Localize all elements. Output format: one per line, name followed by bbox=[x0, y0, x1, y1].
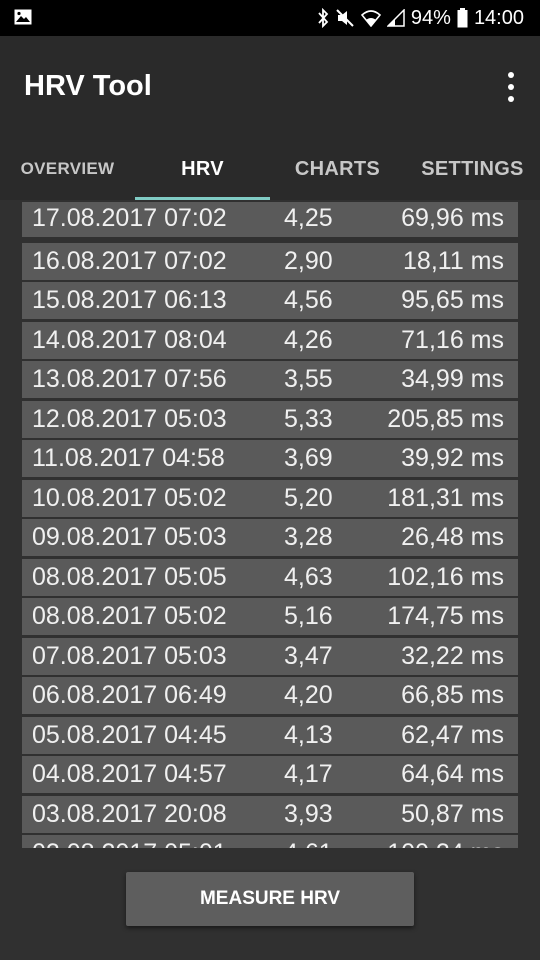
tab-charts[interactable]: CHARTS bbox=[270, 138, 405, 200]
measurement-date: 08.08.2017 05:05 bbox=[32, 563, 227, 591]
measurement-date: 17.08.2017 07:02 bbox=[32, 204, 227, 232]
measurement-rmssd: 62,47 ms bbox=[401, 721, 504, 749]
measurement-date: 09.08.2017 05:03 bbox=[32, 523, 227, 551]
measurement-date: 16.08.2017 07:02 bbox=[32, 247, 227, 275]
measurement-rmssd: 39,92 ms bbox=[401, 444, 504, 472]
signal-icon bbox=[386, 9, 405, 27]
list-item[interactable]: 08.08.2017 05:02 5,16 174,75 ms bbox=[22, 598, 518, 635]
measurement-rmssd: 69,96 ms bbox=[401, 204, 504, 232]
measurement-score: 3,55 bbox=[284, 365, 333, 393]
measurement-score: 3,28 bbox=[284, 523, 333, 551]
measurement-date: 05.08.2017 04:45 bbox=[32, 721, 227, 749]
measurement-date: 13.08.2017 07:56 bbox=[32, 365, 227, 393]
measurement-rmssd: 71,16 ms bbox=[401, 326, 504, 354]
status-icons: 94% 14:00 bbox=[317, 0, 524, 36]
measurement-date: 15.08.2017 06:13 bbox=[32, 286, 227, 314]
list-item[interactable]: 12.08.2017 05:03 5,33 205,85 ms bbox=[22, 401, 518, 438]
list-item[interactable]: 02.08.2017 05:01 4,61 100,24 ms bbox=[22, 835, 518, 848]
measurement-score: 5,33 bbox=[284, 405, 333, 433]
measurement-score: 2,90 bbox=[284, 247, 333, 275]
measurement-date: 10.08.2017 05:02 bbox=[32, 484, 227, 512]
list-item[interactable]: 16.08.2017 07:02 2,90 18,11 ms bbox=[22, 243, 518, 280]
tab-hrv[interactable]: HRV bbox=[135, 138, 270, 200]
measurement-date: 11.08.2017 04:58 bbox=[32, 444, 225, 472]
measurement-rmssd: 64,64 ms bbox=[401, 760, 504, 788]
measurement-rmssd: 18,11 ms bbox=[403, 247, 504, 275]
wifi-icon bbox=[360, 10, 381, 27]
measurement-score: 5,20 bbox=[284, 484, 333, 512]
measurement-rmssd: 205,85 ms bbox=[387, 405, 504, 433]
active-tab-indicator bbox=[135, 197, 270, 200]
measure-hrv-button[interactable]: MEASURE HRV bbox=[126, 872, 414, 926]
measurement-rmssd: 34,99 ms bbox=[401, 365, 504, 393]
overflow-menu-icon[interactable] bbox=[504, 72, 518, 102]
tab-overview[interactable]: OVERVIEW bbox=[0, 138, 135, 200]
measurement-rmssd: 32,22 ms bbox=[401, 642, 504, 670]
tab-bar: OVERVIEW HRV CHARTS SETTINGS bbox=[0, 138, 540, 200]
measurement-date: 06.08.2017 06:49 bbox=[32, 681, 227, 709]
app-title: HRV Tool bbox=[24, 70, 152, 102]
measurement-date: 14.08.2017 08:04 bbox=[32, 326, 227, 354]
measurement-score: 3,93 bbox=[284, 800, 333, 828]
measurement-rmssd: 102,16 ms bbox=[387, 563, 504, 591]
measurement-rmssd: 174,75 ms bbox=[387, 602, 504, 630]
clock: 14:00 bbox=[473, 6, 524, 29]
measurement-score: 3,69 bbox=[284, 444, 333, 472]
battery-percentage: 94% bbox=[410, 6, 451, 29]
bluetooth-icon bbox=[318, 8, 329, 28]
measurement-list[interactable]: 17.08.2017 07:02 4,25 69,96 ms 16.08.201… bbox=[22, 202, 518, 848]
status-bar: 94% 14:00 bbox=[0, 0, 540, 36]
list-item[interactable]: 08.08.2017 05:05 4,63 102,16 ms bbox=[22, 559, 518, 596]
measurement-score: 3,47 bbox=[284, 642, 333, 670]
measurement-rmssd: 95,65 ms bbox=[401, 286, 504, 314]
tab-settings[interactable]: SETTINGS bbox=[405, 138, 540, 200]
image-notification-icon bbox=[14, 9, 32, 25]
measurement-score: 4,63 bbox=[284, 563, 333, 591]
measurement-rmssd: 66,85 ms bbox=[401, 681, 504, 709]
measurement-score: 5,16 bbox=[284, 602, 333, 630]
measurement-date: 04.08.2017 04:57 bbox=[32, 760, 227, 788]
measurement-date: 08.08.2017 05:02 bbox=[32, 602, 227, 630]
measurement-score: 4,20 bbox=[284, 681, 333, 709]
list-item[interactable]: 14.08.2017 08:04 4,26 71,16 ms bbox=[22, 322, 518, 359]
list-item[interactable]: 09.08.2017 05:03 3,28 26,48 ms bbox=[22, 519, 518, 556]
measurement-rmssd: 100,24 ms bbox=[387, 839, 504, 848]
measurement-score: 4,25 bbox=[284, 204, 333, 232]
measurement-date: 03.08.2017 20:08 bbox=[32, 800, 227, 828]
list-item[interactable]: 17.08.2017 07:02 4,25 69,96 ms bbox=[22, 202, 518, 237]
list-item[interactable]: 04.08.2017 04:57 4,17 64,64 ms bbox=[22, 756, 518, 793]
list-item[interactable]: 07.08.2017 05:03 3,47 32,22 ms bbox=[22, 638, 518, 675]
measurement-date: 07.08.2017 05:03 bbox=[32, 642, 227, 670]
measurement-score: 4,17 bbox=[284, 760, 333, 788]
list-item[interactable]: 15.08.2017 06:13 4,56 95,65 ms bbox=[22, 282, 518, 319]
measurement-rmssd: 26,48 ms bbox=[401, 523, 504, 551]
measurement-score: 4,13 bbox=[284, 721, 333, 749]
app-bar: HRV Tool bbox=[0, 36, 540, 138]
measurement-rmssd: 50,87 ms bbox=[401, 800, 504, 828]
mute-icon bbox=[336, 9, 354, 27]
measurement-score: 4,61 bbox=[284, 839, 333, 848]
measurement-date: 12.08.2017 05:03 bbox=[32, 405, 227, 433]
list-item[interactable]: 10.08.2017 05:02 5,20 181,31 ms bbox=[22, 480, 518, 517]
list-item[interactable]: 13.08.2017 07:56 3,55 34,99 ms bbox=[22, 361, 518, 398]
measurement-score: 4,26 bbox=[284, 326, 333, 354]
list-item[interactable]: 06.08.2017 06:49 4,20 66,85 ms bbox=[22, 677, 518, 714]
measurement-date: 02.08.2017 05:01 bbox=[32, 839, 227, 848]
list-item[interactable]: 05.08.2017 04:45 4,13 62,47 ms bbox=[22, 717, 518, 754]
list-item[interactable]: 11.08.2017 04:58 3,69 39,92 ms bbox=[22, 440, 518, 477]
list-item[interactable]: 03.08.2017 20:08 3,93 50,87 ms bbox=[22, 796, 518, 833]
battery-icon bbox=[457, 8, 468, 28]
measurement-score: 4,56 bbox=[284, 286, 333, 314]
measurement-rmssd: 181,31 ms bbox=[387, 484, 504, 512]
